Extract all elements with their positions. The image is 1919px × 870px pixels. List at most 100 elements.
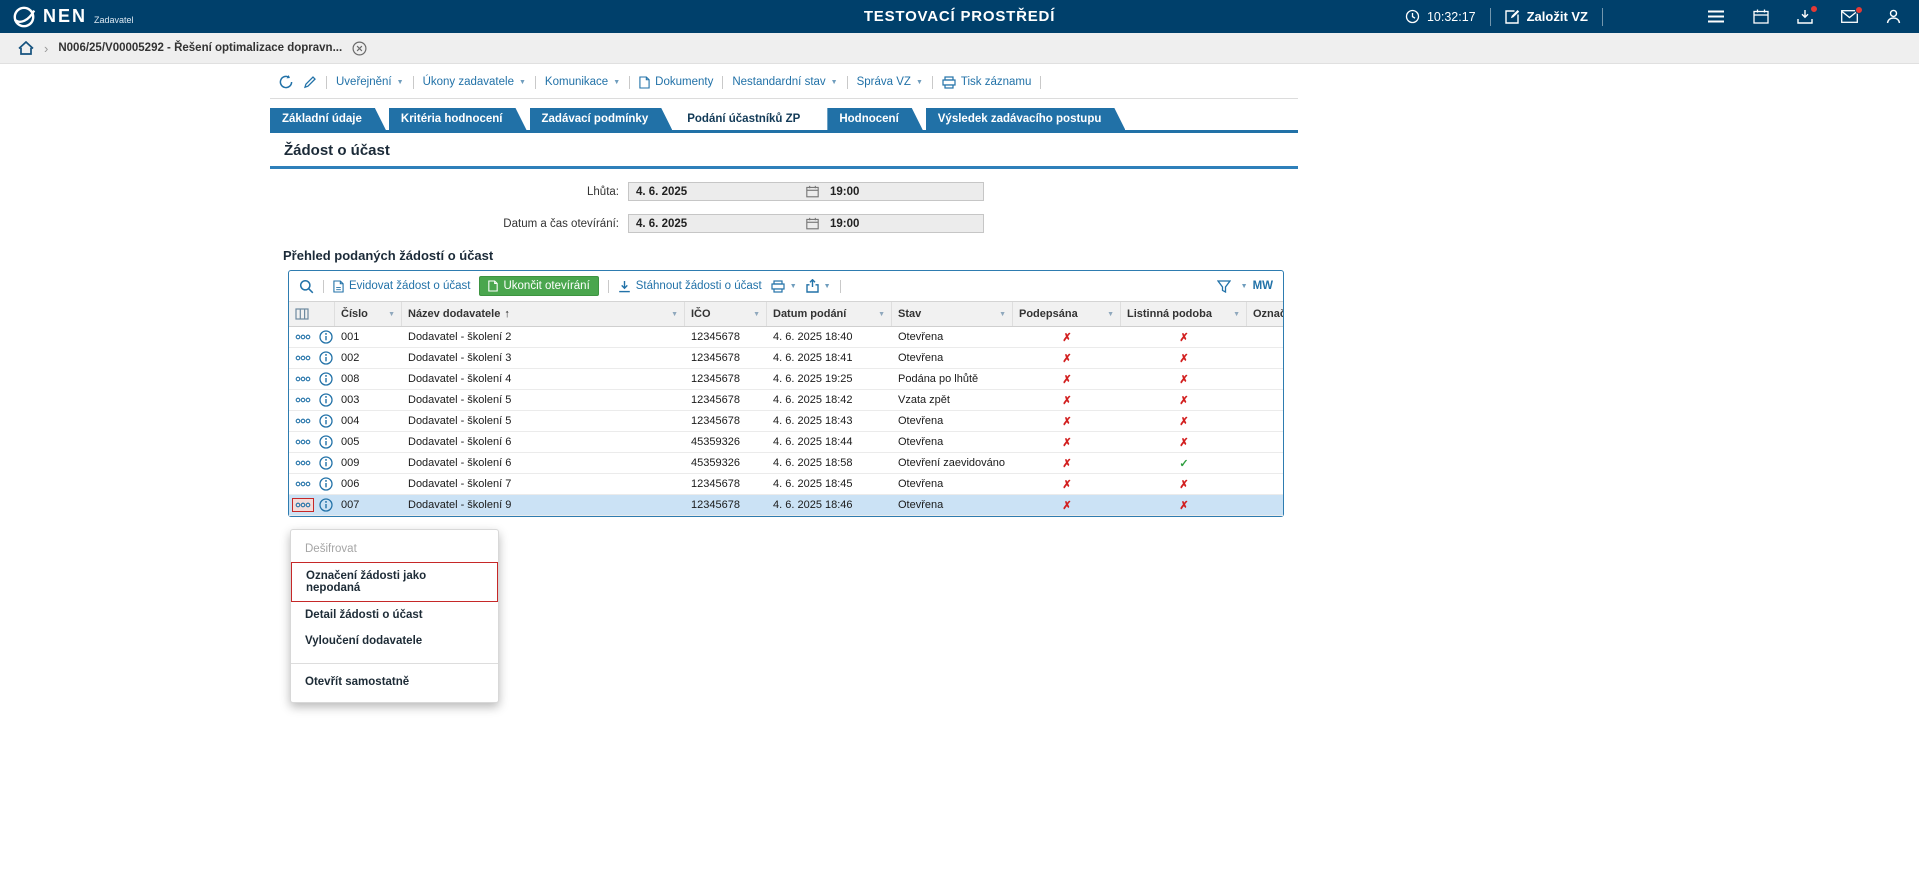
deadline-time-field[interactable]: 19:00: [823, 186, 983, 198]
ctx-item-vylouceni-dodavatele[interactable]: Vyloučení dodavatele: [291, 628, 498, 654]
row-info-icon[interactable]: [319, 351, 333, 365]
environment-title: TESTOVACÍ PROSTŘEDÍ: [864, 8, 1055, 25]
create-vz-button[interactable]: Založit VZ: [1505, 9, 1588, 24]
col-header-nazev[interactable]: Název dodavatele ↑ ▼: [402, 302, 685, 326]
download-requests-button[interactable]: Stáhnout žádosti o účast: [618, 280, 762, 293]
table-row[interactable]: 002 Dodavatel - školení 3 12345678 4. 6.…: [289, 348, 1283, 369]
export-button[interactable]: ▼: [806, 279, 831, 293]
col-header-ico[interactable]: IČO ▼: [685, 302, 767, 326]
tab-vysledek[interactable]: Výsledek zadávacího postupu: [926, 108, 1126, 130]
user-profile-icon[interactable]: [1886, 9, 1901, 24]
top-header: NEN Zadavatel TESTOVACÍ PROSTŘEDÍ 10:32:…: [0, 0, 1919, 33]
column-chooser-icon[interactable]: [289, 302, 335, 326]
view-selector[interactable]: ▼ MW: [1241, 280, 1273, 292]
menu-ukony-zadavatele[interactable]: Úkony zadavatele ▼: [423, 76, 526, 88]
row-info-icon[interactable]: [319, 372, 333, 386]
menu-hamburger-icon[interactable]: [1707, 10, 1725, 23]
col-header-oznacena[interactable]: Označena jako nepodaná: [1247, 302, 1283, 326]
col-header-datum[interactable]: Datum podání ▼: [767, 302, 892, 326]
col-header-stav[interactable]: Stav ▼: [892, 302, 1013, 326]
cell-nazev: Dodavatel - školení 5: [402, 415, 685, 427]
filter-caret-icon[interactable]: ▼: [388, 311, 395, 318]
menu-tisk-zaznamu[interactable]: Tisk záznamu: [942, 76, 1032, 89]
home-icon[interactable]: [18, 41, 34, 55]
opening-time-field[interactable]: 19:00: [823, 218, 983, 230]
menu-uverejneni[interactable]: Uveřejnění ▼: [336, 76, 404, 88]
ctx-item-detail-zadosti[interactable]: Detail žádosti o účast: [291, 602, 498, 628]
cell-stav: Podána po lhůtě: [892, 373, 1013, 385]
search-icon[interactable]: [299, 279, 314, 294]
menu-nestandardni-stav[interactable]: Nestandardní stav ▼: [732, 76, 837, 88]
register-request-button[interactable]: Evidovat žádost o účast: [333, 280, 470, 293]
table-row[interactable]: 006 Dodavatel - školení 7 12345678 4. 6.…: [289, 474, 1283, 495]
sort-asc-icon: ↑: [504, 308, 510, 320]
row-menu-icon[interactable]: [292, 372, 314, 386]
opening-date-field[interactable]: 4. 6. 2025: [629, 218, 801, 230]
menu-sprava-vz[interactable]: Správa VZ ▼: [857, 76, 923, 88]
history-icon[interactable]: [278, 74, 294, 90]
filter-caret-icon[interactable]: ▼: [878, 311, 885, 318]
row-info-icon[interactable]: [319, 330, 333, 344]
row-menu-icon[interactable]: [292, 435, 314, 449]
col-header-listinna[interactable]: Listinná podoba ▼: [1121, 302, 1247, 326]
table-row[interactable]: 003 Dodavatel - školení 5 12345678 4. 6.…: [289, 390, 1283, 411]
opening-input-group: 4. 6. 2025 19:00: [628, 214, 984, 233]
filter-caret-icon[interactable]: ▼: [1107, 311, 1114, 318]
tab-podani-ucastniku[interactable]: Podání účastníků ZP: [675, 108, 824, 130]
edit-icon[interactable]: [303, 75, 317, 89]
row-menu-icon[interactable]: [292, 414, 314, 428]
menu-komunikace[interactable]: Komunikace ▼: [545, 76, 620, 88]
cell-listinna-mark: ✗: [1121, 415, 1247, 428]
messages-icon[interactable]: [1841, 10, 1858, 23]
table-row[interactable]: 009 Dodavatel - školení 6 45359326 4. 6.…: [289, 453, 1283, 474]
app-logo[interactable]: NEN Zadavatel: [12, 5, 134, 29]
calendar-icon[interactable]: [801, 185, 823, 198]
filter-caret-icon[interactable]: ▼: [671, 311, 678, 318]
row-info-icon[interactable]: [319, 456, 333, 470]
finish-opening-button[interactable]: Ukončit otevírání: [479, 276, 598, 296]
cell-stav: Otevřena: [892, 478, 1013, 490]
breadcrumb-close-icon[interactable]: [352, 41, 367, 56]
row-menu-icon[interactable]: [292, 393, 314, 407]
table-row[interactable]: 001 Dodavatel - školení 2 12345678 4. 6.…: [289, 327, 1283, 348]
breadcrumb-item[interactable]: N006/25/V00005292 - Řešení optimalizace …: [58, 42, 342, 54]
separator: [629, 76, 630, 89]
filter-icon[interactable]: [1217, 280, 1231, 293]
downloads-icon[interactable]: [1797, 9, 1813, 24]
cell-podepsana-mark: ✗: [1013, 478, 1121, 491]
row-menu-icon[interactable]: [292, 330, 314, 344]
filter-caret-icon[interactable]: ▼: [1233, 311, 1240, 318]
row-menu-icon[interactable]: [292, 351, 314, 365]
tab-zadavaci-podminky[interactable]: Zadávací podmínky: [530, 108, 673, 130]
filter-caret-icon[interactable]: ▼: [753, 311, 760, 318]
tab-zakladni-udaje[interactable]: Základní údaje: [270, 108, 386, 130]
row-actions: [289, 393, 335, 407]
table-row[interactable]: 004 Dodavatel - školení 5 12345678 4. 6.…: [289, 411, 1283, 432]
printer-icon: [771, 280, 785, 293]
chevron-down-icon: ▼: [790, 283, 797, 290]
deadline-date-field[interactable]: 4. 6. 2025: [629, 186, 801, 198]
ctx-item-oznaceni-nepodana[interactable]: Označení žádosti jako nepodaná: [291, 562, 498, 602]
col-header-podepsana[interactable]: Podepsána ▼: [1013, 302, 1121, 326]
table-row[interactable]: 008 Dodavatel - školení 4 12345678 4. 6.…: [289, 369, 1283, 390]
row-info-icon[interactable]: [319, 435, 333, 449]
calendar-icon[interactable]: [1753, 9, 1769, 24]
tab-kriteria-hodnoceni[interactable]: Kritéria hodnocení: [389, 108, 527, 130]
row-menu-icon[interactable]: [292, 477, 314, 491]
table-row[interactable]: 005 Dodavatel - školení 6 45359326 4. 6.…: [289, 432, 1283, 453]
row-info-icon[interactable]: [319, 498, 333, 512]
row-menu-icon[interactable]: [292, 456, 314, 470]
print-table-button[interactable]: ▼: [771, 280, 797, 293]
filter-caret-icon[interactable]: ▼: [999, 311, 1006, 318]
table-row-selected[interactable]: 007 Dodavatel - školení 9 12345678 4. 6.…: [289, 495, 1283, 516]
calendar-icon[interactable]: [801, 217, 823, 230]
ctx-item-otevrit-samostatne[interactable]: Otevřít samostatně: [291, 663, 498, 695]
col-header-cislo[interactable]: Číslo ▼: [335, 302, 402, 326]
row-menu-icon[interactable]: [292, 498, 314, 512]
row-info-icon[interactable]: [319, 477, 333, 491]
menu-dokumenty[interactable]: Dokumenty: [639, 76, 713, 89]
row-info-icon[interactable]: [319, 414, 333, 428]
cell-datum: 4. 6. 2025 18:44: [767, 436, 892, 448]
row-info-icon[interactable]: [319, 393, 333, 407]
tab-hodnoceni[interactable]: Hodnocení: [827, 108, 922, 130]
